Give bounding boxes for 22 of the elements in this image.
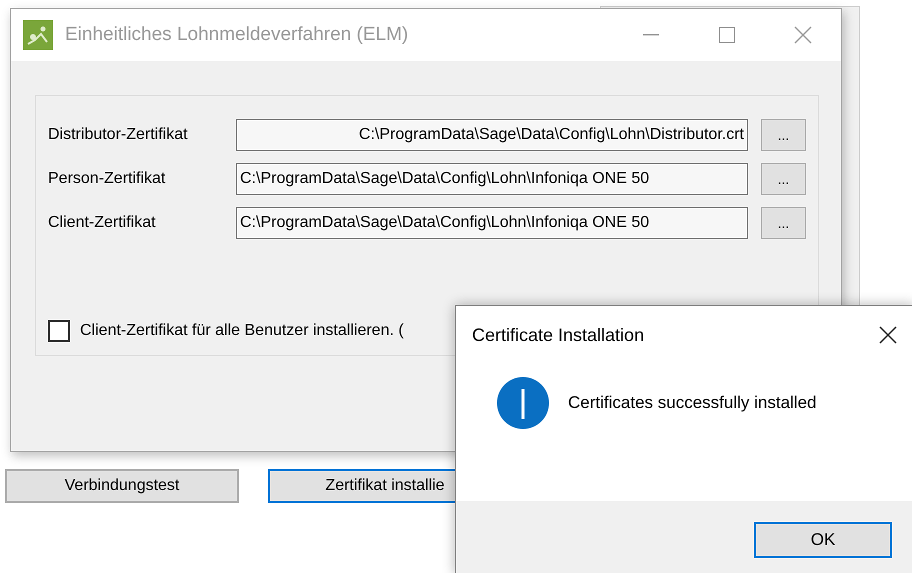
browse-button[interactable]: ... (761, 207, 806, 239)
close-icon (879, 326, 897, 344)
dialog-title: Certificate Installation (472, 324, 644, 346)
app-logo-icon (23, 20, 53, 50)
field-label: Client-Zertifikat (48, 213, 157, 233)
browse-button[interactable]: ... (761, 119, 806, 151)
window-title: Einheitliches Lohnmeldeverfahren (ELM) (65, 22, 408, 47)
browse-button[interactable]: ... (761, 163, 806, 195)
field-label: Distributor-Zertifikat (48, 125, 189, 145)
path-field[interactable]: C:\ProgramData\Sage\Data\Config\Lohn\Infoniqa ONE 50 (236, 163, 748, 195)
info-icon (496, 376, 550, 430)
checkbox[interactable] (48, 320, 70, 342)
field-label: Person-Zertifikat (48, 169, 166, 189)
minimize-icon (643, 34, 659, 36)
close-icon (794, 26, 812, 44)
ok-button[interactable]: OK (754, 522, 892, 558)
path-field[interactable]: C:\ProgramData\Sage\Data\Config\Lohn\Infoniqa ONE 50 (236, 207, 748, 239)
path-field[interactable]: C:\ProgramData\Sage\Data\Config\Lohn\Distributor.crt (236, 119, 748, 151)
maximize-icon (719, 27, 735, 43)
action-button[interactable]: Verbindungstest (5, 469, 239, 503)
dialog-message: Certificates successfully installed (568, 392, 816, 414)
checkbox-label: Client-Zertifikat für alle Benutzer installieren. ( (80, 321, 404, 341)
